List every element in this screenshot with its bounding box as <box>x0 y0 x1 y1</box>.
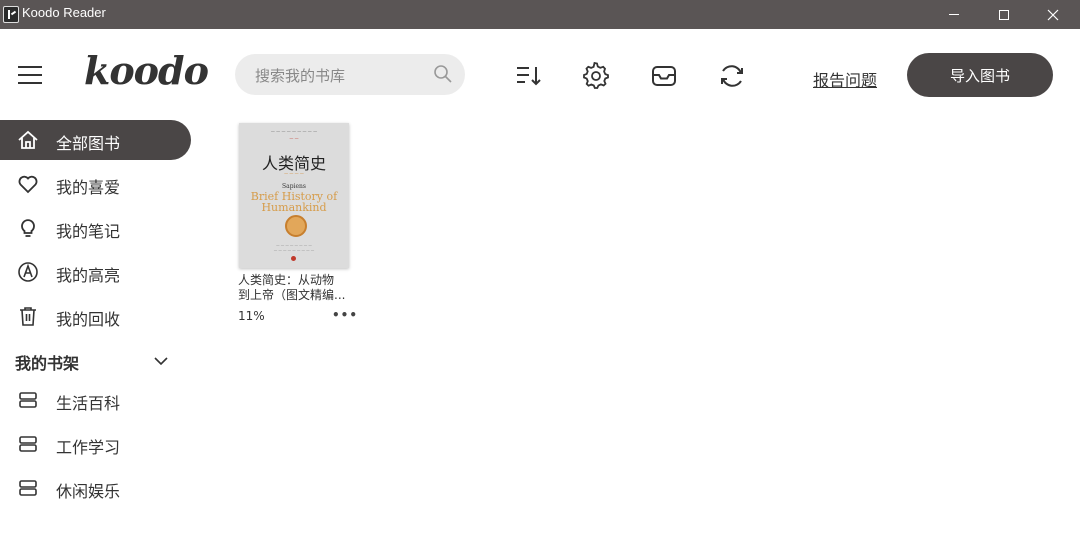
close-button[interactable] <box>1029 0 1077 29</box>
sidebar-item-label: 我的高亮 <box>56 266 121 285</box>
maximize-button[interactable] <box>980 0 1028 29</box>
search-box[interactable]: 搜索我的书库 <box>235 54 465 95</box>
cover-english-title: Brief History of Humankind <box>250 190 338 214</box>
sidebar-item-label: 工作学习 <box>56 438 121 457</box>
cover-subtitle: Sapiens <box>282 183 306 190</box>
bulb-icon <box>21 219 35 237</box>
more-options-icon[interactable]: ••• <box>332 308 358 322</box>
book-progress: 11% <box>238 309 265 323</box>
sidebar-item-label: 全部图书 <box>56 134 121 153</box>
cover-fine-text: — — — — — — — — — <box>270 129 318 134</box>
app-icon <box>3 6 19 23</box>
highlight-icon <box>18 262 38 282</box>
cover-fine-text: — — — — <box>284 171 304 176</box>
sidebar-item-notes[interactable]: 我的笔记 <box>0 208 191 248</box>
sidebar-item-label: 休闲娱乐 <box>56 482 121 501</box>
sidebar-item-label: 我的笔记 <box>56 222 121 241</box>
cover-badge-icon <box>285 215 307 237</box>
import-book-button[interactable]: 导入图书 <box>907 53 1053 97</box>
sync-icon[interactable] <box>718 62 746 90</box>
sidebar-item-label: 我的回收 <box>56 310 121 329</box>
minimize-icon <box>949 14 959 15</box>
shelf-icon <box>19 480 37 496</box>
cover-fine-text: — — — — — — — — — — — — — — — — — <box>273 243 315 252</box>
home-icon <box>18 130 38 149</box>
sidebar-item-label: 我的喜爱 <box>56 178 121 197</box>
sidebar-item-shelf-work[interactable]: 工作学习 <box>0 424 191 464</box>
book-cover[interactable]: — — — — — — — — — — — 人类简史 — — — — Sapie… <box>239 123 349 268</box>
menu-icon[interactable] <box>18 66 42 86</box>
cover-fine-text: — — <box>289 136 299 141</box>
shelf-icon <box>19 392 37 408</box>
chevron-down-icon[interactable] <box>152 352 170 370</box>
sidebar-item-label: 生活百科 <box>56 394 121 413</box>
minimize-button[interactable] <box>930 0 978 29</box>
title-bar: Koodo Reader <box>0 0 1080 29</box>
sidebar-item-favorites[interactable]: 我的喜爱 <box>0 164 191 204</box>
trash-icon <box>20 307 36 326</box>
sidebar-item-shelf-leisure[interactable]: 休闲娱乐 <box>0 468 191 508</box>
search-input[interactable]: 搜索我的书库 <box>255 65 345 86</box>
maximize-icon <box>999 9 1009 20</box>
report-issue-link[interactable]: 报告问题 <box>813 67 877 91</box>
settings-icon[interactable] <box>582 61 610 90</box>
sidebar-item-all-books[interactable]: 全部图书 <box>0 120 191 160</box>
window-title: Koodo Reader <box>22 5 106 20</box>
close-icon <box>1047 9 1059 20</box>
book-title: 人类简史：从动物 到上帝（图文精编... <box>238 273 346 302</box>
inbox-icon[interactable] <box>650 62 678 90</box>
shelf-section-title: 我的书架 <box>15 354 80 373</box>
shelf-icon <box>19 436 37 452</box>
sidebar-item-shelf-life[interactable]: 生活百科 <box>0 380 191 420</box>
logo: koodo <box>84 48 209 93</box>
cover-publisher-logo <box>291 256 296 261</box>
sidebar-item-highlights[interactable]: 我的高亮 <box>0 252 191 292</box>
sidebar-item-trash[interactable]: 我的回收 <box>0 296 191 336</box>
heart-icon <box>18 175 38 194</box>
search-icon[interactable] <box>433 64 453 84</box>
sort-icon[interactable] <box>515 62 543 90</box>
